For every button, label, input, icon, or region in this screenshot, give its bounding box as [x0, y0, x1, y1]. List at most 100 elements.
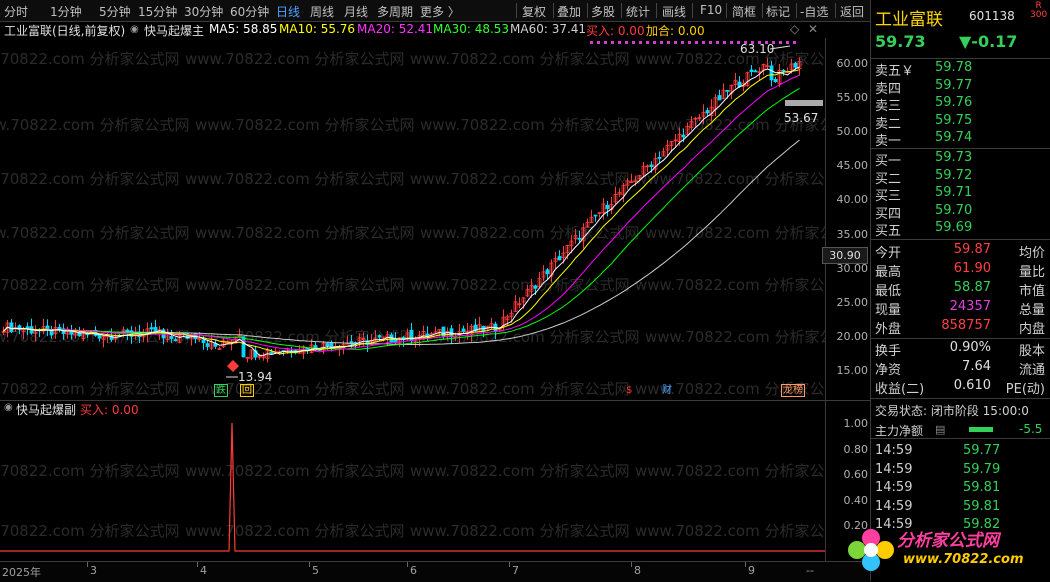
candle-body	[325, 343, 330, 347]
multi-stock-button[interactable]: 多股	[591, 3, 615, 20]
price-range-bar	[785, 100, 823, 106]
signal-dot	[597, 41, 600, 44]
event-marker-bang[interactable]: 龙榜	[781, 384, 805, 397]
candle-body	[169, 336, 174, 339]
stat-row: 最低 58.87 市值	[875, 280, 1047, 299]
ask-label: 卖五￥	[875, 64, 915, 79]
event-marker-cai[interactable]: 财	[660, 384, 674, 397]
candle-body	[269, 351, 274, 354]
trading-status: 交易状态: 闭市阶段 15:00:0	[875, 404, 1029, 418]
period-tab-more[interactable]: 更多 〉	[420, 3, 460, 20]
event-marker-die[interactable]: 跌	[214, 384, 228, 397]
adjust-button[interactable]: 复权	[522, 3, 546, 20]
candle-body	[649, 164, 654, 168]
date-axis-tick: 7	[512, 564, 519, 577]
add-watchlist-button[interactable]: -自选	[800, 3, 828, 20]
mark-button[interactable]: 标记	[766, 3, 790, 20]
mid-price-annotation: 53.67	[784, 111, 818, 125]
period-tab-1min[interactable]: 1分钟	[50, 3, 82, 20]
tick-row: 14:59 59.77	[875, 443, 1047, 461]
tick-row: 14:59 59.82	[875, 517, 1047, 535]
period-tab-15min[interactable]: 15分钟	[138, 3, 177, 20]
candle-body	[781, 69, 786, 72]
candle-body	[173, 339, 178, 341]
indicator-settings-icon[interactable]: ◉	[130, 24, 139, 35]
period-tab-monthly[interactable]: 月线	[344, 3, 368, 20]
bid-label: 买一	[875, 154, 902, 169]
period-tab-60min[interactable]: 60分钟	[230, 3, 269, 20]
date-axis-tick: 2025年	[2, 566, 41, 579]
sub-axis-tick: 0.80	[843, 442, 869, 456]
overlay-button[interactable]: 叠加	[557, 3, 581, 20]
watermark-text: www.70822.com 分析家公式网	[0, 276, 180, 294]
tick-price: 59.81	[963, 480, 1001, 495]
candle-body	[753, 70, 758, 73]
period-tab-timeshare[interactable]: 分时	[4, 3, 28, 20]
close-icon[interactable]: ✕	[808, 22, 818, 36]
date-axis-tick: 8	[634, 564, 641, 577]
event-marker-hui[interactable]: 回	[240, 384, 254, 397]
price-axis: 60.00 55.00 50.00 45.00 40.00 35.00 30.00 25.00…	[825, 38, 871, 400]
candle-body	[377, 335, 382, 338]
stat-row: 净资 7.64 流通	[875, 359, 1047, 378]
watermark-text: www.70822.com 分析家公式网	[185, 50, 405, 68]
candle-body	[593, 214, 598, 217]
candle-body	[69, 330, 74, 335]
sub-axis-tick: 0.40	[843, 493, 869, 507]
last-price: 59.73	[875, 32, 926, 51]
ask-row: 卖四 59.77	[875, 78, 1047, 97]
tick-row: 14:59 59.81	[875, 480, 1047, 498]
candle-body	[25, 326, 30, 329]
period-tab-daily[interactable]: 日线	[276, 3, 300, 20]
ma60-label: MA60: 37.41	[510, 22, 587, 36]
draw-line-button[interactable]: 画线	[662, 3, 686, 20]
signal-dot	[730, 41, 733, 44]
date-axis-end[interactable]: --	[806, 564, 814, 577]
event-marker-dollar[interactable]: $	[624, 384, 634, 397]
candle-body	[149, 327, 154, 330]
date-axis-tick: 4	[200, 564, 207, 577]
price-axis-tick: 25.00	[836, 295, 869, 309]
panel-divider	[870, 338, 1050, 339]
net-flow-label[interactable]: 主力净额	[875, 422, 923, 439]
tick-time: 14:59	[875, 498, 913, 514]
diamond-icon[interactable]: ◇	[790, 22, 799, 36]
date-axis-tick: 3	[90, 564, 97, 577]
sub-indicator-settings-icon[interactable]: ◉	[4, 402, 13, 413]
back-button[interactable]: 返回	[840, 3, 864, 20]
period-tab-multi[interactable]: 多周期	[377, 3, 413, 20]
signal-dot	[723, 41, 726, 44]
logo-url: www.70822.com	[903, 552, 1024, 567]
stat-row: 现量 24357 总量	[875, 299, 1047, 318]
candle-body	[717, 95, 722, 101]
candle-body	[605, 204, 610, 210]
net-flow-list-icon[interactable]: ▤	[935, 423, 945, 436]
candle-body	[749, 69, 754, 72]
price-axis-tick: 15.00	[836, 363, 869, 377]
period-tab-5min[interactable]: 5分钟	[99, 3, 131, 20]
period-tab-30min[interactable]: 30分钟	[184, 3, 223, 20]
sub-indicator-chart[interactable]: www.70822.com 分析家公式网 www.70822.com 分析家公式网…	[0, 416, 825, 561]
ask-price: 59.75	[935, 112, 973, 128]
stat-value: 59.87	[953, 242, 991, 257]
simple-frame-button[interactable]: 简框	[732, 3, 756, 20]
signal-dot	[653, 41, 656, 44]
ma10-label: MA10: 55.76	[279, 22, 356, 36]
stat-value: 0.90%	[949, 340, 991, 355]
toolbar-divider	[762, 3, 763, 18]
ask-row: 卖一 59.74	[875, 130, 1047, 149]
period-tab-weekly[interactable]: 周线	[310, 3, 334, 20]
panel-divider	[870, 58, 1050, 59]
date-axis-tick: 6	[410, 564, 417, 577]
f10-button[interactable]: F10	[700, 3, 722, 17]
stat-label: 净资	[875, 363, 902, 378]
price-axis-tick: 20.00	[836, 329, 869, 343]
signal-dot	[709, 41, 712, 44]
toolbar-divider	[553, 3, 554, 18]
date-axis-tick-mark	[197, 562, 198, 567]
stat-right-label: 总量	[1018, 303, 1045, 318]
main-indicator-name[interactable]: 快马起爆主	[144, 22, 204, 39]
bid-row: 买五 59.69	[875, 220, 1047, 239]
stats-button[interactable]: 统计	[626, 3, 650, 20]
candlestick-chart[interactable]: www.70822.com 分析家公式网 www.70822.com 分析家公式网…	[0, 38, 825, 400]
